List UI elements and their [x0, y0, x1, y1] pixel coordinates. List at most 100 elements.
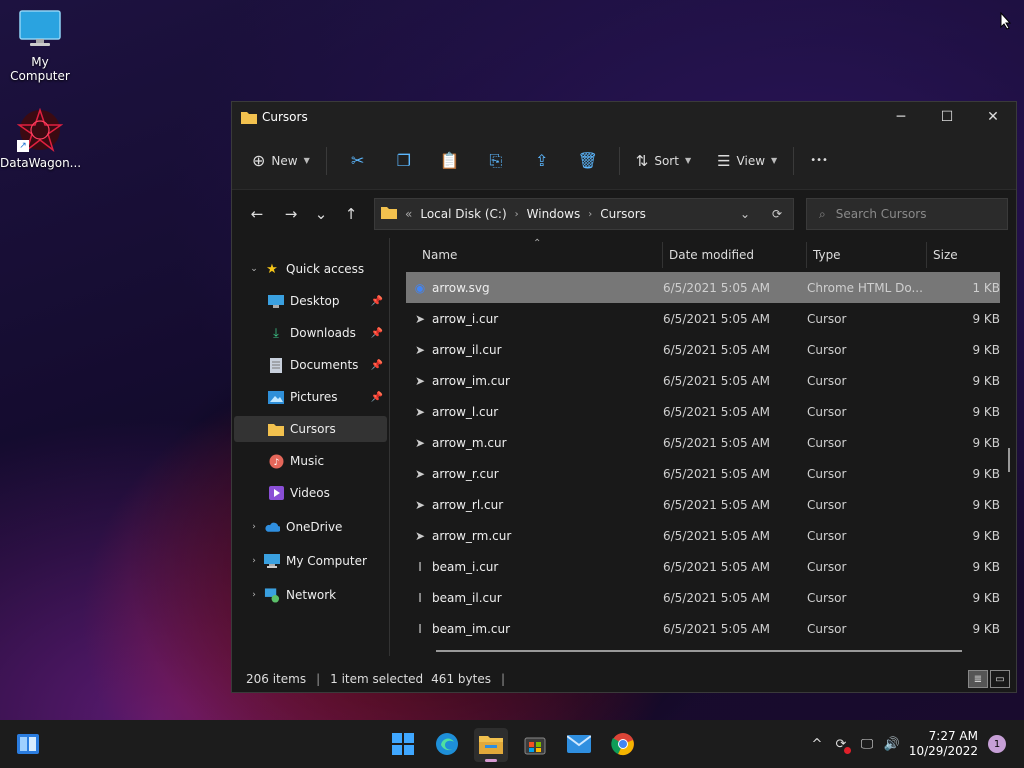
delete-button[interactable]: 🗑	[565, 145, 611, 177]
table-row[interactable]: ➤ arrow_rm.cur 6/5/2021 5:05 AM Cursor 9 KB	[406, 520, 1000, 551]
cell-type: Cursor	[807, 373, 847, 388]
table-row[interactable]: ➤ arrow_il.cur 6/5/2021 5:05 AM Cursor 9 KB	[406, 334, 1000, 365]
table-row[interactable]: Ibeam_il.cur 6/5/2021 5:05 AM Cursor 9 KB	[406, 582, 1000, 613]
breadcrumb-windows[interactable]: Windows	[527, 207, 581, 221]
cell-type: Cursor	[807, 404, 847, 419]
sidebar-item-my-computer[interactable]: › My Computer	[234, 548, 387, 574]
sidebar-item-cursors[interactable]: Cursors	[234, 416, 387, 442]
address-dropdown-button[interactable]: ⌄	[729, 207, 761, 221]
desktop-icon	[268, 293, 284, 309]
chrome-button[interactable]	[606, 728, 640, 762]
cell-date-modified: 6/5/2021 5:05 AM	[663, 311, 771, 326]
sidebar-item-downloads[interactable]: ⤓ Downloads 📌	[234, 320, 387, 346]
sidebar-item-desktop[interactable]: Desktop 📌	[234, 288, 387, 314]
refresh-button[interactable]: ⟳	[761, 207, 793, 221]
network-status-icon[interactable]: 🖵	[854, 737, 880, 752]
sidebar-item-music[interactable]: ♪ Music	[234, 448, 387, 474]
pin-icon[interactable]: 📌	[371, 360, 383, 371]
documents-icon	[268, 357, 284, 373]
cell-name: ➤ arrow_rm.cur	[406, 529, 663, 543]
details-view-button[interactable]: ≣	[968, 670, 988, 688]
table-row[interactable]: ◉ arrow.svg 6/5/2021 5:05 AM Chrome HTML Do…	[406, 272, 1000, 303]
maximize-button[interactable]: ☐	[924, 102, 970, 132]
horizontal-scrollbar[interactable]	[436, 650, 962, 652]
widgets-button[interactable]	[11, 728, 45, 762]
details-view-icon: ≣	[973, 673, 983, 685]
table-row[interactable]: ➤ arrow_im.cur 6/5/2021 5:05 AM Cursor 9 KB	[406, 365, 1000, 396]
pin-icon[interactable]: 📌	[371, 296, 383, 307]
view-button[interactable]: ☰ View ▼	[709, 145, 785, 177]
more-options-button[interactable]: •••	[802, 145, 836, 177]
notification-badge[interactable]: 1	[988, 735, 1006, 753]
sidebar-item-onedrive[interactable]: › OneDrive	[234, 514, 387, 540]
selection-size: 461 bytes	[431, 672, 491, 686]
breadcrumb-overflow[interactable]: «	[405, 207, 412, 221]
sidebar-item-quick-access[interactable]: ⌄ ★ Quick access	[234, 256, 387, 282]
show-hidden-icons-button[interactable]: ^	[806, 737, 828, 752]
pin-icon[interactable]: 📌	[371, 328, 383, 339]
table-row[interactable]: ➤ arrow_m.cur 6/5/2021 5:05 AM Cursor 9 KB	[406, 427, 1000, 458]
table-row[interactable]: Ibeam_im.cur 6/5/2021 5:05 AM Cursor 9 KB	[406, 613, 1000, 644]
table-row[interactable]: ➤ arrow_i.cur 6/5/2021 5:05 AM Cursor 9 KB	[406, 303, 1000, 334]
clock[interactable]: 7:27 AM 10/29/2022	[909, 729, 978, 759]
share-button[interactable]: ⇪	[519, 145, 565, 177]
sidebar-item-videos[interactable]: Videos	[234, 480, 387, 506]
search-box[interactable]: ⌕	[806, 198, 1008, 230]
chevron-right-icon[interactable]: ›	[244, 590, 264, 600]
title-bar[interactable]: Cursors ─ ☐ ✕	[232, 102, 1016, 132]
vertical-scrollbar[interactable]	[1008, 448, 1010, 472]
breadcrumb-local-disk[interactable]: Local Disk (C:)	[420, 207, 506, 221]
recent-locations-button[interactable]: ⌄	[306, 199, 336, 229]
close-button[interactable]: ✕	[970, 102, 1016, 132]
breadcrumb-cursors[interactable]: Cursors	[600, 207, 646, 221]
sidebar-item-pictures[interactable]: Pictures 📌	[234, 384, 387, 410]
chevron-right-icon[interactable]: ›	[244, 556, 264, 566]
address-bar[interactable]: « Local Disk (C:) › Windows › Cursors ⌄ …	[374, 198, 794, 230]
sort-button[interactable]: ⇅ Sort ▼	[628, 145, 699, 177]
table-row[interactable]: ➤ arrow_l.cur 6/5/2021 5:05 AM Cursor 9 KB	[406, 396, 1000, 427]
desktop-icon-datawagon[interactable]: ↗ DataWagon...	[0, 107, 81, 170]
rename-button[interactable]: ⎘	[473, 145, 519, 177]
volume-icon[interactable]: 🔊	[880, 737, 904, 752]
column-header-date-modified[interactable]: Date modified	[663, 242, 807, 268]
column-header-size[interactable]: Size	[927, 242, 997, 268]
table-row[interactable]: ➤ arrow_rl.cur 6/5/2021 5:05 AM Cursor 9 KB	[406, 489, 1000, 520]
column-header-type[interactable]: Type	[807, 242, 927, 268]
navigation-pane: ⌄ ★ Quick access Desktop 📌 ⤓ Downloads 📌…	[232, 238, 390, 656]
store-icon	[524, 733, 546, 758]
table-row[interactable]: Ibeam_i.cur 6/5/2021 5:05 AM Cursor 9 KB	[406, 551, 1000, 582]
start-button[interactable]	[386, 728, 420, 762]
table-row[interactable]: ➤ arrow_r.cur 6/5/2021 5:05 AM Cursor 9 KB	[406, 458, 1000, 489]
pin-icon[interactable]: 📌	[371, 392, 383, 403]
desktop-icon-my-computer[interactable]: My Computer	[0, 10, 80, 83]
search-input[interactable]	[835, 207, 986, 221]
trash-icon: 🗑	[577, 151, 598, 170]
file-explorer-icon	[479, 734, 503, 757]
chevron-down-icon: ⌄	[739, 207, 751, 221]
forward-button[interactable]: →	[276, 199, 306, 229]
sidebar-item-documents[interactable]: Documents 📌	[234, 352, 387, 378]
sync-status-icon[interactable]: ⟳	[828, 737, 854, 754]
cloud-icon	[264, 519, 280, 535]
file-explorer-taskbar-button[interactable]	[474, 728, 508, 762]
back-button[interactable]: ←	[242, 199, 272, 229]
column-header-name[interactable]: Name	[390, 242, 663, 268]
divider	[618, 146, 620, 175]
copy-button[interactable]: ❐	[381, 145, 427, 177]
up-button[interactable]: ↑	[336, 199, 366, 229]
cell-type: Cursor	[807, 621, 847, 636]
minimize-button[interactable]: ─	[878, 102, 924, 132]
file-name: arrow_r.cur	[432, 466, 499, 481]
status-bar: 206 items | 1 item selected 461 bytes | …	[232, 666, 1016, 692]
mail-button[interactable]	[562, 728, 596, 762]
cut-button[interactable]: ✂	[335, 145, 381, 177]
chevron-down-icon[interactable]: ⌄	[244, 264, 264, 274]
new-button[interactable]: ⊕ New ▼	[244, 145, 318, 177]
edge-button[interactable]	[430, 728, 464, 762]
music-icon: ♪	[268, 453, 284, 469]
sidebar-item-network[interactable]: › Network	[234, 582, 387, 608]
chevron-right-icon[interactable]: ›	[244, 522, 264, 532]
tiles-view-button[interactable]: ▭	[990, 670, 1010, 688]
paste-button[interactable]: 📋	[427, 145, 473, 177]
store-button[interactable]	[518, 728, 552, 762]
